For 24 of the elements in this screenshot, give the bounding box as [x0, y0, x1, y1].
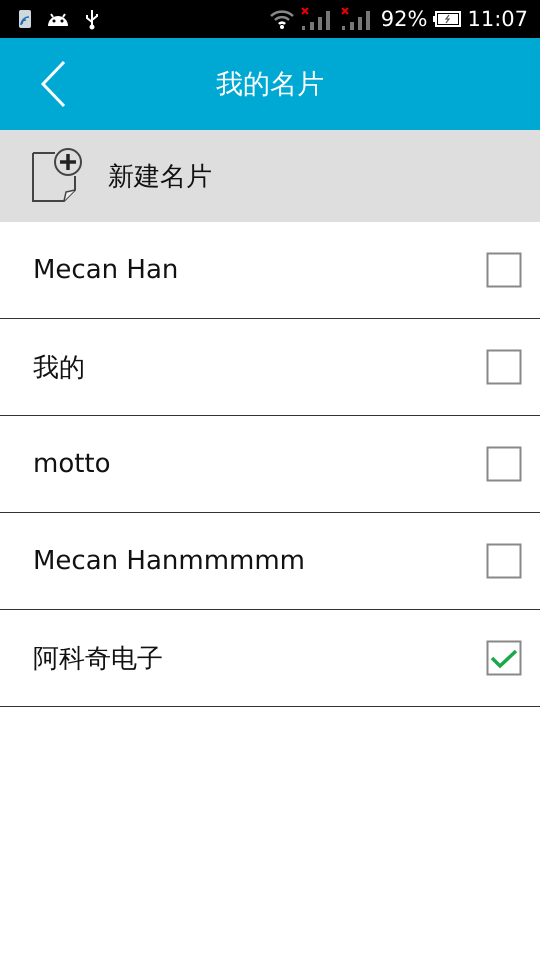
sd-card-icon — [18, 9, 32, 29]
battery-charging-icon — [433, 11, 462, 27]
card-name: Mecan Hanmmmmm — [33, 546, 305, 576]
card-list-item[interactable]: 我的 — [0, 319, 540, 416]
back-icon[interactable] — [40, 60, 66, 108]
checkbox[interactable] — [486, 252, 522, 288]
card-name: 阿科奇电子 — [33, 642, 163, 676]
card-list-item[interactable]: Mecan Hanmmmmm — [0, 513, 540, 610]
checkbox[interactable] — [486, 640, 522, 676]
card-list-item[interactable]: motto — [0, 416, 540, 513]
page-title: 我的名片 — [216, 68, 324, 102]
card-name: motto — [33, 449, 111, 479]
card-name: 我的 — [33, 352, 85, 384]
wifi-icon — [268, 9, 295, 29]
clock: 11:07 — [467, 7, 528, 31]
new-card-button[interactable]: 新建名片 — [0, 130, 540, 222]
usb-icon — [84, 8, 100, 30]
checkbox[interactable] — [486, 349, 522, 385]
card-list-item[interactable]: Mecan Han — [0, 222, 540, 319]
card-name: Mecan Han — [33, 255, 178, 285]
checkbox[interactable] — [486, 446, 522, 482]
battery-percent: 92% — [380, 7, 428, 31]
checkbox[interactable] — [486, 543, 522, 579]
card-list-item[interactable]: 阿科奇电子 — [0, 610, 540, 707]
